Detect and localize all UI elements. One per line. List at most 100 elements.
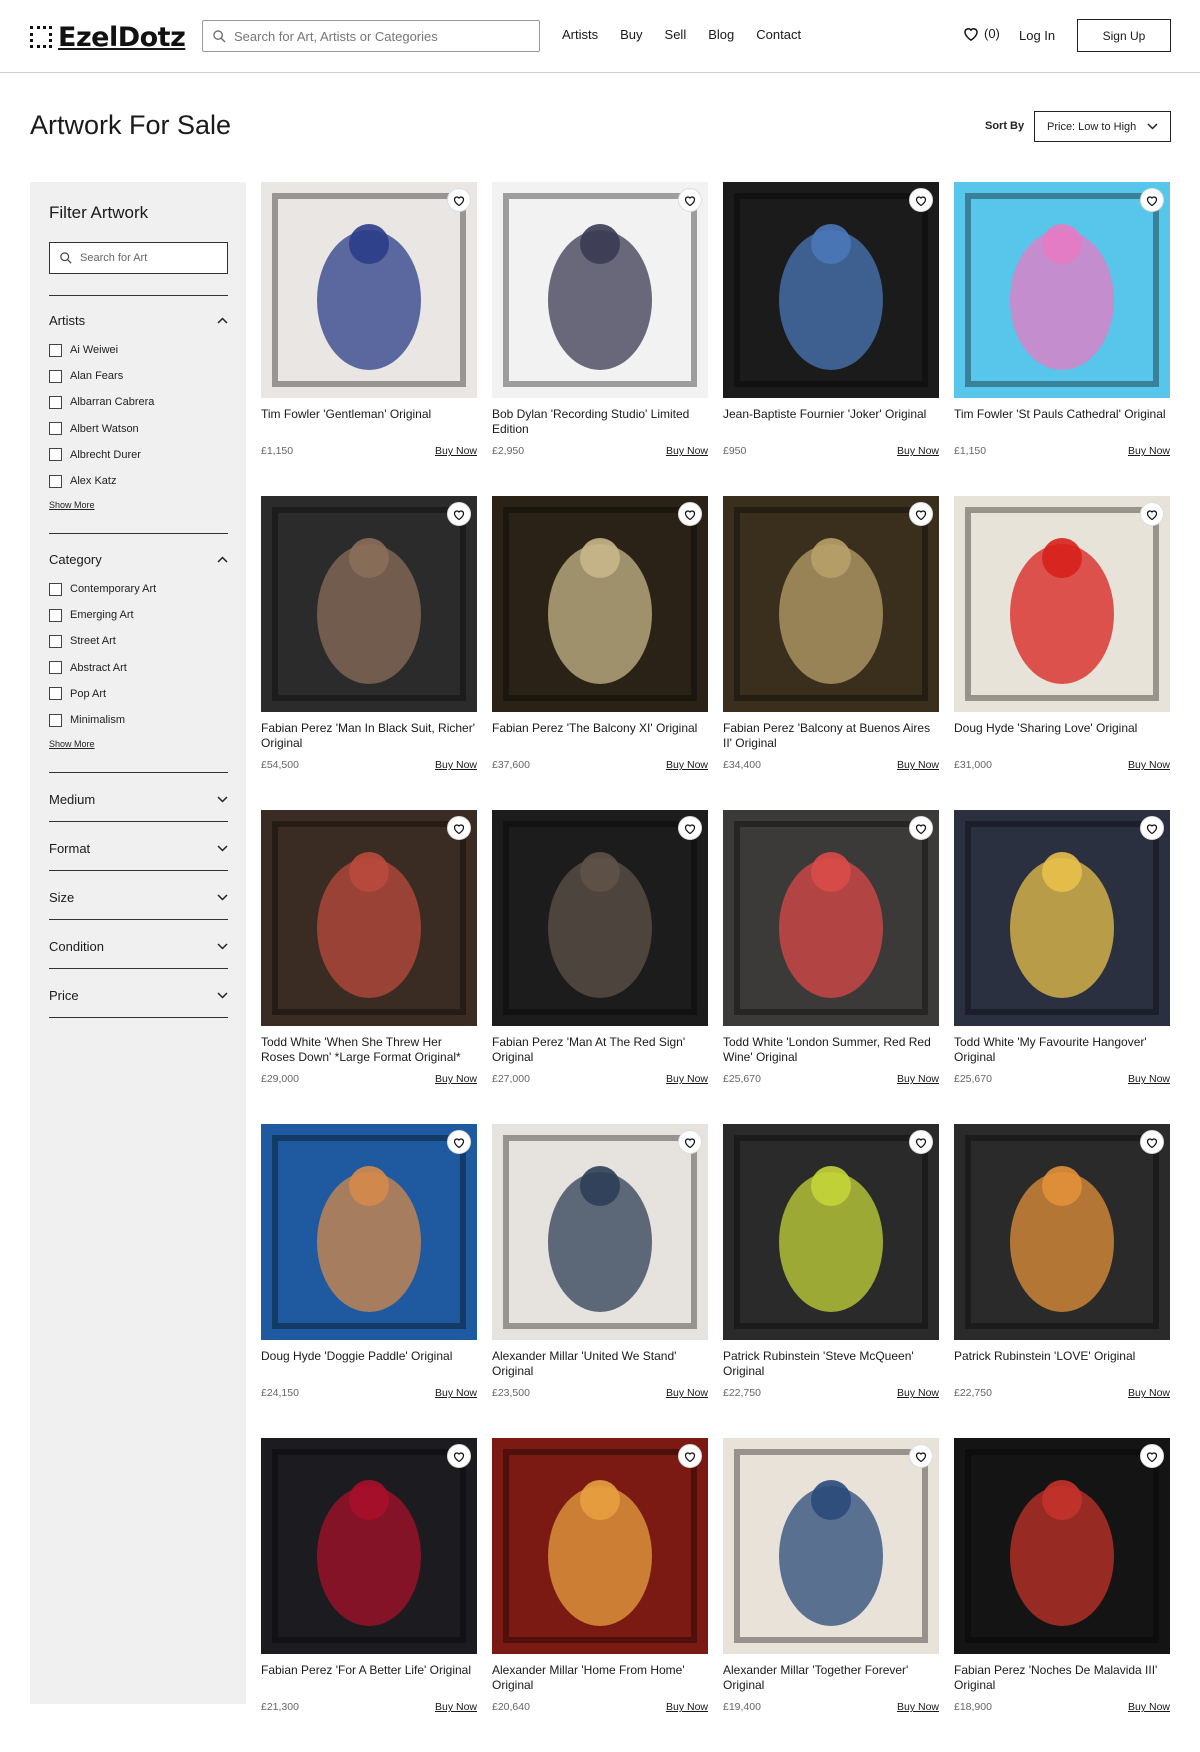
checkbox[interactable] xyxy=(49,343,62,357)
artwork-image[interactable] xyxy=(261,1124,477,1340)
favourite-button[interactable] xyxy=(909,816,933,840)
favourite-button[interactable] xyxy=(678,1130,702,1154)
product-title[interactable]: Todd White 'My Favourite Hangover' Origi… xyxy=(954,1035,1170,1064)
product-title[interactable]: Fabian Perez 'For A Better Life' Origina… xyxy=(261,1663,477,1678)
favourites-link[interactable]: (0) xyxy=(963,26,1000,41)
artwork-image[interactable] xyxy=(723,1438,939,1654)
product-title[interactable]: Tim Fowler 'Gentleman' Original xyxy=(261,407,477,422)
product-title[interactable]: Fabian Perez 'Balcony at Buenos Aires II… xyxy=(723,721,939,750)
product-card[interactable]: Fabian Perez 'Noches De Malavida III' Or… xyxy=(954,1438,1170,1752)
buy-now-link[interactable]: Buy Now xyxy=(1128,445,1170,457)
product-title[interactable]: Doug Hyde 'Doggie Paddle' Original xyxy=(261,1349,477,1364)
checkbox[interactable] xyxy=(49,448,62,462)
artwork-image[interactable] xyxy=(954,496,1170,712)
checkbox[interactable] xyxy=(49,369,62,383)
product-title[interactable]: Patrick Rubinstein 'Steve McQueen' Origi… xyxy=(723,1349,939,1378)
checkbox[interactable] xyxy=(49,474,62,488)
checkbox[interactable] xyxy=(49,661,62,675)
product-card[interactable]: Fabian Perez 'Man In Black Suit, Richer'… xyxy=(261,496,477,810)
product-title[interactable]: Tim Fowler 'St Pauls Cathedral' Original xyxy=(954,407,1170,422)
checkbox[interactable] xyxy=(49,713,62,727)
artwork-image[interactable] xyxy=(492,496,708,712)
filter-option[interactable]: Emerging Art xyxy=(49,602,228,628)
product-title[interactable]: Todd White 'When She Threw Her Roses Dow… xyxy=(261,1035,477,1064)
artwork-image[interactable] xyxy=(723,496,939,712)
nav-blog[interactable]: Blog xyxy=(708,27,734,42)
checkbox[interactable] xyxy=(49,582,62,596)
product-card[interactable]: Todd White 'London Summer, Red Red Wine'… xyxy=(723,810,939,1124)
buy-now-link[interactable]: Buy Now xyxy=(435,1387,477,1399)
checkbox[interactable] xyxy=(49,634,62,648)
product-title[interactable]: Fabian Perez 'Man In Black Suit, Richer'… xyxy=(261,721,477,750)
filter-category-toggle[interactable]: Category xyxy=(49,549,228,569)
favourite-button[interactable] xyxy=(1140,816,1164,840)
category-show-more[interactable]: Show More xyxy=(49,739,228,749)
buy-now-link[interactable]: Buy Now xyxy=(897,1701,939,1713)
product-card[interactable]: Tim Fowler 'St Pauls Cathedral' Original… xyxy=(954,182,1170,496)
artwork-image[interactable] xyxy=(492,810,708,1026)
filter-price-toggle[interactable]: Price xyxy=(49,985,228,1005)
filter-option[interactable]: Pop Art xyxy=(49,681,228,707)
filter-option[interactable]: Abstract Art xyxy=(49,655,228,681)
logo[interactable]: EzelDotz xyxy=(30,21,186,53)
product-card[interactable]: Fabian Perez 'For A Better Life' Origina… xyxy=(261,1438,477,1752)
buy-now-link[interactable]: Buy Now xyxy=(666,1073,708,1085)
product-card[interactable]: Jean-Baptiste Fournier 'Joker' Original £… xyxy=(723,182,939,496)
product-card[interactable]: Patrick Rubinstein 'Steve McQueen' Origi… xyxy=(723,1124,939,1438)
filter-search-input[interactable] xyxy=(80,252,220,264)
checkbox[interactable] xyxy=(49,608,62,622)
favourite-button[interactable] xyxy=(909,502,933,526)
favourite-button[interactable] xyxy=(447,188,471,212)
product-title[interactable]: Alexander Millar 'Together Forever' Orig… xyxy=(723,1663,939,1692)
filter-format-toggle[interactable]: Format xyxy=(49,838,228,858)
product-title[interactable]: Fabian Perez 'Noches De Malavida III' Or… xyxy=(954,1663,1170,1692)
favourite-button[interactable] xyxy=(447,1130,471,1154)
buy-now-link[interactable]: Buy Now xyxy=(435,1073,477,1085)
filter-condition-toggle[interactable]: Condition xyxy=(49,936,228,956)
favourite-button[interactable] xyxy=(909,188,933,212)
product-card[interactable]: Tim Fowler 'Gentleman' Original £1,150 Buy… xyxy=(261,182,477,496)
artwork-image[interactable] xyxy=(723,1124,939,1340)
product-card[interactable]: Bob Dylan 'Recording Studio' Limited Edi… xyxy=(492,182,708,496)
nav-artists[interactable]: Artists xyxy=(562,27,598,42)
filter-artists-toggle[interactable]: Artists xyxy=(49,310,228,330)
filter-option[interactable]: Albarran Cabrera xyxy=(49,389,228,415)
product-card[interactable]: Todd White 'My Favourite Hangover' Origi… xyxy=(954,810,1170,1124)
artwork-image[interactable] xyxy=(723,182,939,398)
product-card[interactable]: Doug Hyde 'Sharing Love' Original £31,000… xyxy=(954,496,1170,810)
artwork-image[interactable] xyxy=(492,1438,708,1654)
artwork-image[interactable] xyxy=(261,810,477,1026)
artwork-image[interactable] xyxy=(954,1124,1170,1340)
buy-now-link[interactable]: Buy Now xyxy=(435,445,477,457)
filter-size-toggle[interactable]: Size xyxy=(49,887,228,907)
filter-option[interactable]: Ai Weiwei xyxy=(49,337,228,363)
buy-now-link[interactable]: Buy Now xyxy=(435,759,477,771)
nav-sell[interactable]: Sell xyxy=(665,27,687,42)
artwork-image[interactable] xyxy=(261,182,477,398)
product-title[interactable]: Fabian Perez 'The Balcony XI' Original xyxy=(492,721,708,736)
buy-now-link[interactable]: Buy Now xyxy=(897,1073,939,1085)
product-card[interactable]: Alexander Millar 'United We Stand' Origi… xyxy=(492,1124,708,1438)
filter-option[interactable]: Alan Fears xyxy=(49,363,228,389)
artwork-image[interactable] xyxy=(723,810,939,1026)
filter-option[interactable]: Street Art xyxy=(49,628,228,654)
checkbox[interactable] xyxy=(49,687,62,701)
buy-now-link[interactable]: Buy Now xyxy=(435,1701,477,1713)
nav-contact[interactable]: Contact xyxy=(756,27,801,42)
favourite-button[interactable] xyxy=(1140,502,1164,526)
favourite-button[interactable] xyxy=(1140,1130,1164,1154)
artwork-image[interactable] xyxy=(261,496,477,712)
product-title[interactable]: Fabian Perez 'Man At The Red Sign' Origi… xyxy=(492,1035,708,1064)
favourite-button[interactable] xyxy=(678,502,702,526)
buy-now-link[interactable]: Buy Now xyxy=(897,1387,939,1399)
product-card[interactable]: Alexander Millar 'Home From Home' Origin… xyxy=(492,1438,708,1752)
product-title[interactable]: Bob Dylan 'Recording Studio' Limited Edi… xyxy=(492,407,708,436)
favourite-button[interactable] xyxy=(678,816,702,840)
site-search-input[interactable] xyxy=(234,28,514,44)
nav-buy[interactable]: Buy xyxy=(620,27,642,42)
artists-show-more[interactable]: Show More xyxy=(49,500,228,510)
artwork-image[interactable] xyxy=(492,1124,708,1340)
buy-now-link[interactable]: Buy Now xyxy=(1128,1073,1170,1085)
product-title[interactable]: Doug Hyde 'Sharing Love' Original xyxy=(954,721,1170,736)
signup-button[interactable]: Sign Up xyxy=(1077,19,1171,52)
